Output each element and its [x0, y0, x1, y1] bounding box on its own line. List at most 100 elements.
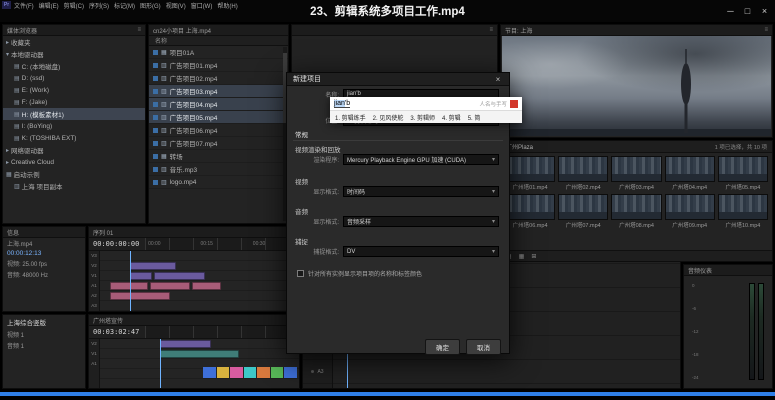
video-format-dropdown[interactable]: 时间码: [343, 186, 499, 197]
menu-item[interactable]: 文件(F): [14, 1, 34, 10]
timeline-b-lanes[interactable]: [100, 339, 299, 388]
file-row[interactable]: ▥ 广告项目04.mp4: [149, 98, 288, 111]
ok-button[interactable]: 确定: [425, 339, 460, 355]
track-label[interactable]: V1: [89, 271, 99, 281]
tree-item[interactable]: ▾ 本地驱动器: [3, 48, 145, 60]
menu-item[interactable]: 图形(G): [140, 1, 161, 10]
file-row[interactable]: ▥ 广告项目07.mp4: [149, 137, 288, 150]
audio-meters-tab[interactable]: 音频仪表: [684, 265, 772, 276]
bin-item[interactable]: 广州塔10.mp4: [718, 194, 768, 229]
timeline-clip[interactable]: [130, 262, 176, 270]
track-label[interactable]: A1: [89, 281, 99, 291]
timeline-clip[interactable]: [110, 292, 170, 300]
file-row[interactable]: ▥ 广告项目06.mp4: [149, 124, 288, 137]
clip-thumbnail-strip[interactable]: [203, 367, 297, 378]
thumbnail-view-icon[interactable]: ▦: [519, 253, 525, 260]
tree-item[interactable]: ▤ I: (BoYing): [3, 120, 145, 132]
timeline-clip[interactable]: [150, 282, 190, 290]
menu-item[interactable]: 编辑(E): [39, 1, 59, 10]
project-panel-tab[interactable]: cn24小项目 上海.mp4: [149, 25, 288, 36]
timeline-a-ruler[interactable]: 00:00 00:15 00:30: [145, 238, 299, 250]
maximize-button[interactable]: □: [739, 6, 756, 16]
media-browser-tab[interactable]: 媒体浏览器 ≡: [3, 25, 145, 36]
bin-item[interactable]: 广州塔07.mp4: [558, 194, 608, 229]
panel-menu-icon[interactable]: ≡: [489, 27, 493, 33]
timeline-a-lanes[interactable]: [100, 251, 299, 311]
info-panel-tab[interactable]: 信息: [3, 227, 85, 238]
panel-menu-icon[interactable]: ≡: [137, 27, 141, 33]
new-bin-icon[interactable]: ⊞: [531, 253, 536, 260]
tree-item[interactable]: ▸ Creative Cloud: [3, 156, 145, 168]
tree-item[interactable]: ▤ H: (模板素材1): [3, 108, 145, 120]
bin-item[interactable]: 广州塔08.mp4: [611, 194, 661, 229]
checkbox[interactable]: [297, 270, 304, 277]
timeline-clip[interactable]: [130, 272, 152, 280]
timeline-a-tab[interactable]: 序列 01: [89, 227, 299, 238]
timeline-clip[interactable]: [154, 272, 206, 280]
track-label[interactable]: A2: [89, 291, 99, 301]
ime-candidate[interactable]: 4. 剪辑: [442, 113, 461, 122]
tree-item[interactable]: ▤ K: (TOSHIBA EXT): [3, 132, 145, 144]
ime-candidate[interactable]: 1. 剪辑练手: [335, 113, 366, 122]
tree-item[interactable]: ▤ F: (Jake): [3, 96, 145, 108]
file-row[interactable]: ▥ logo.mp4: [149, 176, 288, 189]
file-row[interactable]: ▥ 广告项目03.mp4: [149, 85, 288, 98]
panel-menu-icon[interactable]: ≡: [764, 27, 768, 33]
column-header-name[interactable]: 名称: [149, 36, 288, 46]
bin-item[interactable]: 广州塔04.mp4: [665, 156, 715, 191]
track-label[interactable]: V2: [89, 339, 99, 349]
timeline-clip[interactable]: [192, 282, 222, 290]
tree-item[interactable]: ▸ 收藏夹: [3, 36, 145, 48]
playhead[interactable]: [160, 339, 161, 388]
timeline-a-timecode[interactable]: 00:00:00:00: [89, 238, 145, 250]
ime-candidate[interactable]: 3. 剪辑师: [410, 113, 435, 122]
tree-item[interactable]: ▤ D: (ssd): [3, 72, 145, 84]
bin-item[interactable]: 广州塔03.mp4: [611, 156, 661, 191]
minimize-button[interactable]: ─: [722, 6, 739, 16]
tree-item[interactable]: ▥ 上海 项目副本: [3, 180, 145, 192]
bin-item[interactable]: 广州塔02.mp4: [558, 156, 608, 191]
ime-candidate[interactable]: 5. 简: [468, 113, 481, 122]
file-row[interactable]: ▥ 音乐.mp3: [149, 163, 288, 176]
track-toggle-icon[interactable]: [311, 370, 314, 373]
menu-item[interactable]: 视图(V): [166, 1, 186, 10]
program-monitor-tab[interactable]: 节目: 上海 ≡: [501, 25, 772, 36]
timeline-clip[interactable]: [110, 282, 148, 290]
file-row[interactable]: ▦ 转场: [149, 150, 288, 163]
renderer-dropdown[interactable]: Mercury Playback Engine GPU 加速 (CUDA): [343, 154, 499, 165]
track-header[interactable]: A3: [303, 360, 332, 384]
cancel-button[interactable]: 取消: [466, 339, 501, 355]
menu-item[interactable]: 序列(S): [89, 1, 109, 10]
video-progress-bar[interactable]: [0, 392, 775, 396]
tree-item[interactable]: ▤ C: (本地磁盘): [3, 60, 145, 72]
track-label[interactable]: V1: [89, 349, 99, 359]
ime-candidate[interactable]: 2. 见风使舵: [373, 113, 404, 122]
timeline-b-ruler[interactable]: [145, 326, 299, 338]
track-label[interactable]: A1: [89, 359, 99, 369]
timeline-b-timecode[interactable]: 00:03:02:47: [89, 326, 145, 338]
playhead[interactable]: [130, 251, 131, 311]
secondary-panel-tab[interactable]: ≡: [292, 25, 497, 36]
track-label[interactable]: A3: [89, 301, 99, 311]
menu-item[interactable]: 帮助(H): [217, 1, 237, 10]
menu-item[interactable]: 剪辑(C): [64, 1, 84, 10]
timeline-clip[interactable]: [160, 350, 240, 358]
tree-item[interactable]: ▤ E: (Work): [3, 84, 145, 96]
bin-title[interactable]: 广州Plaza: [506, 142, 533, 151]
timeline-clip[interactable]: [160, 340, 212, 348]
tree-item[interactable]: ▦ 启动示例: [3, 168, 145, 180]
bin-item[interactable]: 广州塔09.mp4: [665, 194, 715, 229]
file-row[interactable]: ▥ 广告项目01.mp4: [149, 59, 288, 72]
file-row[interactable]: ▥ 广告项目02.mp4: [149, 72, 288, 85]
audio-format-dropdown[interactable]: 音频采样: [343, 216, 499, 227]
menu-item[interactable]: 标记(M): [114, 1, 135, 10]
timeline-b-tab[interactable]: 广州塔宣传: [89, 315, 299, 326]
bin-item[interactable]: 广州塔05.mp4: [718, 156, 768, 191]
bin-item[interactable]: 广州塔06.mp4: [505, 194, 555, 229]
track-label[interactable]: V2: [89, 261, 99, 271]
file-row[interactable]: ▥ 广告项目05.mp4: [149, 111, 288, 124]
capture-format-dropdown[interactable]: DV: [343, 246, 499, 257]
bin-item[interactable]: 广州塔01.mp4: [505, 156, 555, 191]
menu-item[interactable]: 窗口(W): [191, 1, 213, 10]
dialog-close-icon[interactable]: ×: [493, 75, 503, 84]
